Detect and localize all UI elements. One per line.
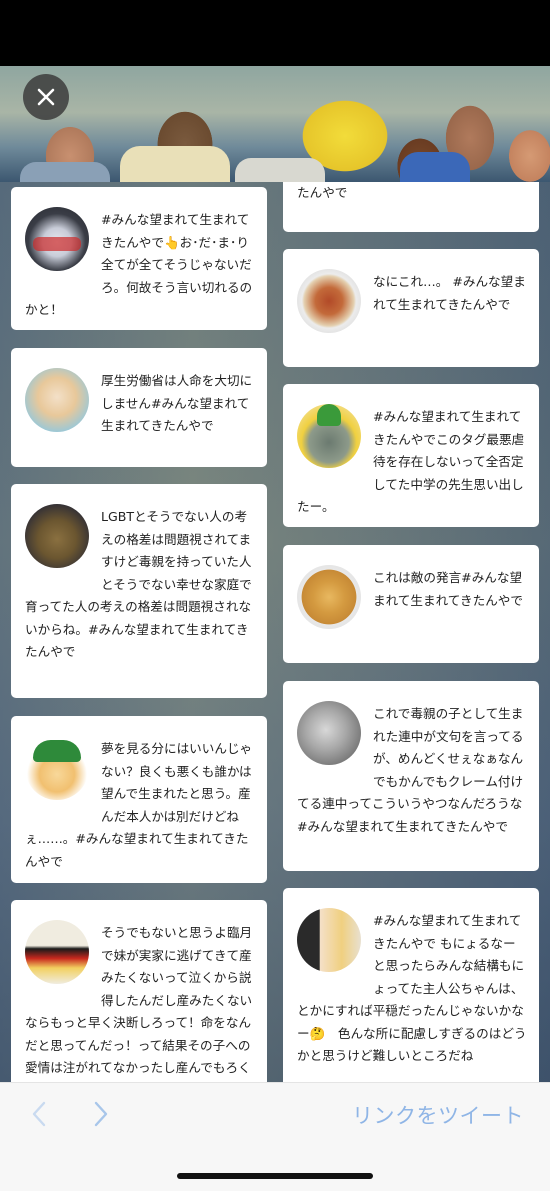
bottom-toolbar: リンクをツイート xyxy=(0,1082,550,1191)
tweet-card[interactable]: なにこれ…。 #みんな望まれて生まれてきたんやで xyxy=(283,249,539,367)
tweet-card[interactable]: #みんな望まれて生まれてきたんやで👆お･だ･ま･り全てが全てそうじゃないだろ。何… xyxy=(11,187,267,330)
back-button[interactable] xyxy=(24,1099,54,1129)
home-indicator xyxy=(177,1173,373,1179)
tweet-card[interactable]: 厚生労働省は人命を大切にしません#みんな望まれて生まれてきたんやで xyxy=(11,348,267,467)
tweet-card[interactable]: そうでもないと思うよ臨月で妹が実家に逃げてきて産みたくないって泣くから説得したん… xyxy=(11,900,267,1082)
avatar[interactable] xyxy=(25,207,89,271)
tweet-card[interactable]: #みんな望まれて生まれてきたんやで もにょるなーと思ったらみんな結構もにょってた… xyxy=(283,888,539,1082)
forward-button[interactable] xyxy=(86,1099,116,1129)
tweet-card[interactable]: これは敵の発言#みんな望まれて生まれてきたんやで xyxy=(283,545,539,663)
close-icon xyxy=(37,88,55,106)
tweet-card[interactable]: これで毒親の子として生まれた連中が文句を言ってるが、めんどくせぇなぁなんでもかん… xyxy=(283,681,539,871)
tweet-card[interactable]: LGBTとそうでない人の考えの格差は問題視されてますけど毒親を持っていた人とそう… xyxy=(11,484,267,698)
tweet-card[interactable]: #みんな望まれて生まれてきたんやでこのタグ最悪虐待を存在しないって全否定してた中… xyxy=(283,384,539,527)
tweet-link-button[interactable]: リンクをツイート xyxy=(352,1100,524,1130)
header-image xyxy=(0,66,550,182)
chevron-right-icon xyxy=(94,1101,108,1127)
avatar[interactable] xyxy=(297,565,361,629)
close-button[interactable] xyxy=(23,74,69,120)
avatar[interactable] xyxy=(297,404,361,468)
tweet-text: たんやで xyxy=(297,185,348,200)
avatar[interactable] xyxy=(297,269,361,333)
tweet-feed[interactable]: #みんな望まれて生まれてきたんやで👆お･だ･ま･り全てが全てそうじゃないだろ。何… xyxy=(0,182,550,1082)
avatar[interactable] xyxy=(25,736,89,800)
avatar[interactable] xyxy=(25,920,89,984)
avatar[interactable] xyxy=(297,908,361,972)
tweet-card[interactable]: 夢を見る分にはいいんじゃない？良くも悪くも誰かは望んで生まれたと思う。産んだ本人… xyxy=(11,716,267,883)
tweet-card[interactable]: たんやで xyxy=(283,182,539,232)
chevron-left-icon xyxy=(32,1101,46,1127)
avatar[interactable] xyxy=(25,368,89,432)
avatar[interactable] xyxy=(297,701,361,765)
avatar[interactable] xyxy=(25,504,89,568)
status-bar xyxy=(0,0,550,66)
